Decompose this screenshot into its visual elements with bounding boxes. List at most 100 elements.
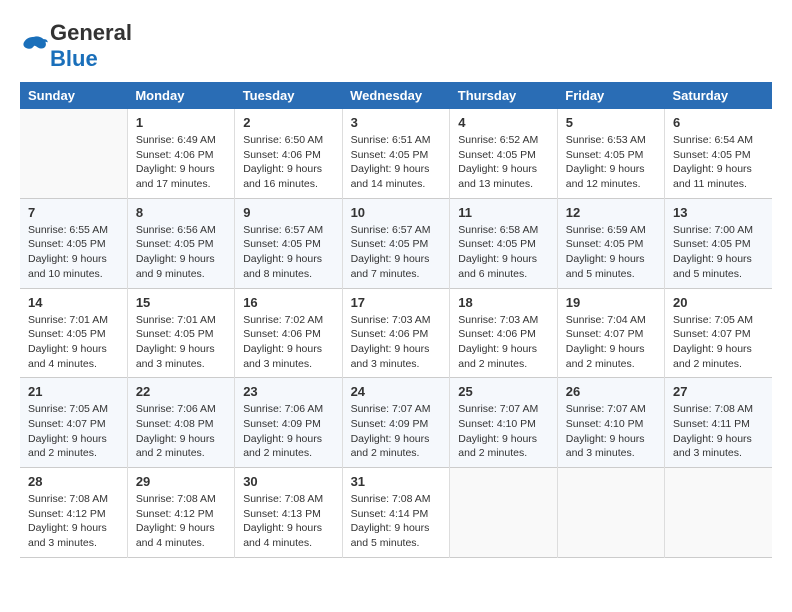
calendar-cell: 17 Sunrise: 7:03 AMSunset: 4:06 PMDayligh… — [342, 288, 450, 378]
calendar-cell: 19 Sunrise: 7:04 AMSunset: 4:07 PMDayligh… — [557, 288, 664, 378]
calendar-week-row: 28 Sunrise: 7:08 AMSunset: 4:12 PMDayligh… — [20, 468, 772, 558]
calendar-week-row: 21Sunrise: 7:05 AMSunset: 4:07 PMDayligh… — [20, 378, 772, 468]
day-info: Sunrise: 7:01 AMSunset: 4:05 PMDaylight:… — [28, 313, 119, 372]
calendar-cell: 13 Sunrise: 7:00 AMSunset: 4:05 PMDayligh… — [665, 198, 772, 288]
col-tuesday: Tuesday — [235, 82, 342, 109]
day-number: 26 — [566, 384, 656, 399]
calendar-table: Sunday Monday Tuesday Wednesday Thursday… — [20, 82, 772, 558]
day-number: 4 — [458, 115, 549, 130]
calendar-cell: 1 Sunrise: 6:49 AMSunset: 4:06 PMDaylight… — [127, 109, 234, 198]
day-info: Sunrise: 6:53 AMSunset: 4:05 PMDaylight:… — [566, 133, 656, 192]
calendar-cell: 10 Sunrise: 6:57 AMSunset: 4:05 PMDayligh… — [342, 198, 450, 288]
day-number: 29 — [136, 474, 226, 489]
day-info: Sunrise: 6:59 AMSunset: 4:05 PMDaylight:… — [566, 223, 656, 282]
day-number: 20 — [673, 295, 764, 310]
calendar-cell: 11Sunrise: 6:58 AMSunset: 4:05 PMDayligh… — [450, 198, 558, 288]
calendar-cell: 18 Sunrise: 7:03 AMSunset: 4:06 PMDayligh… — [450, 288, 558, 378]
logo-general-text: General — [50, 20, 132, 45]
day-info: Sunrise: 7:07 AMSunset: 4:10 PMDaylight:… — [566, 402, 656, 461]
day-info: Sunrise: 7:03 AMSunset: 4:06 PMDaylight:… — [351, 313, 442, 372]
day-number: 28 — [28, 474, 119, 489]
calendar-cell: 26 Sunrise: 7:07 AMSunset: 4:10 PMDayligh… — [557, 378, 664, 468]
calendar-cell: 12 Sunrise: 6:59 AMSunset: 4:05 PMDayligh… — [557, 198, 664, 288]
calendar-cell: 7 Sunrise: 6:55 AMSunset: 4:05 PMDaylight… — [20, 198, 127, 288]
calendar-cell: 2 Sunrise: 6:50 AMSunset: 4:06 PMDaylight… — [235, 109, 342, 198]
logo-blue-text: Blue — [50, 46, 98, 71]
day-number: 1 — [136, 115, 226, 130]
day-info: Sunrise: 7:07 AMSunset: 4:10 PMDaylight:… — [458, 402, 549, 461]
calendar-cell: 16 Sunrise: 7:02 AMSunset: 4:06 PMDayligh… — [235, 288, 342, 378]
calendar-cell: 23Sunrise: 7:06 AMSunset: 4:09 PMDayligh… — [235, 378, 342, 468]
day-info: Sunrise: 7:03 AMSunset: 4:06 PMDaylight:… — [458, 313, 549, 372]
day-number: 24 — [351, 384, 442, 399]
day-number: 9 — [243, 205, 333, 220]
calendar-cell: 6Sunrise: 6:54 AMSunset: 4:05 PMDaylight… — [665, 109, 772, 198]
day-info: Sunrise: 7:08 AMSunset: 4:12 PMDaylight:… — [28, 492, 119, 551]
calendar-cell: 5 Sunrise: 6:53 AMSunset: 4:05 PMDaylight… — [557, 109, 664, 198]
day-number: 15 — [136, 295, 226, 310]
day-number: 10 — [351, 205, 442, 220]
calendar-cell — [20, 109, 127, 198]
day-number: 5 — [566, 115, 656, 130]
col-saturday: Saturday — [665, 82, 772, 109]
col-friday: Friday — [557, 82, 664, 109]
col-thursday: Thursday — [450, 82, 558, 109]
day-number: 31 — [351, 474, 442, 489]
day-info: Sunrise: 6:58 AMSunset: 4:05 PMDaylight:… — [458, 223, 549, 282]
calendar-cell: 8 Sunrise: 6:56 AMSunset: 4:05 PMDaylight… — [127, 198, 234, 288]
day-info: Sunrise: 7:08 AMSunset: 4:11 PMDaylight:… — [673, 402, 764, 461]
day-number: 14 — [28, 295, 119, 310]
calendar-cell: 22 Sunrise: 7:06 AMSunset: 4:08 PMDayligh… — [127, 378, 234, 468]
calendar-cell — [450, 468, 558, 558]
day-number: 17 — [351, 295, 442, 310]
col-wednesday: Wednesday — [342, 82, 450, 109]
calendar-cell: 27 Sunrise: 7:08 AMSunset: 4:11 PMDayligh… — [665, 378, 772, 468]
day-number: 8 — [136, 205, 226, 220]
day-number: 7 — [28, 205, 119, 220]
day-number: 25 — [458, 384, 549, 399]
page-header: General Blue — [20, 20, 772, 72]
calendar-cell: 9 Sunrise: 6:57 AMSunset: 4:05 PMDaylight… — [235, 198, 342, 288]
calendar-cell — [665, 468, 772, 558]
day-info: Sunrise: 7:08 AMSunset: 4:13 PMDaylight:… — [243, 492, 333, 551]
day-number: 21 — [28, 384, 119, 399]
logo: General Blue — [20, 20, 132, 72]
calendar-cell: 3Sunrise: 6:51 AMSunset: 4:05 PMDaylight… — [342, 109, 450, 198]
day-info: Sunrise: 7:08 AMSunset: 4:14 PMDaylight:… — [351, 492, 442, 551]
calendar-cell: 28 Sunrise: 7:08 AMSunset: 4:12 PMDayligh… — [20, 468, 127, 558]
day-info: Sunrise: 7:00 AMSunset: 4:05 PMDaylight:… — [673, 223, 764, 282]
day-number: 3 — [351, 115, 442, 130]
day-number: 27 — [673, 384, 764, 399]
day-info: Sunrise: 6:49 AMSunset: 4:06 PMDaylight:… — [136, 133, 226, 192]
day-info: Sunrise: 7:04 AMSunset: 4:07 PMDaylight:… — [566, 313, 656, 372]
day-number: 18 — [458, 295, 549, 310]
calendar-week-row: 14 Sunrise: 7:01 AMSunset: 4:05 PMDayligh… — [20, 288, 772, 378]
day-number: 19 — [566, 295, 656, 310]
calendar-cell: 29 Sunrise: 7:08 AMSunset: 4:12 PMDayligh… — [127, 468, 234, 558]
day-number: 6 — [673, 115, 764, 130]
day-info: Sunrise: 7:05 AMSunset: 4:07 PMDaylight:… — [673, 313, 764, 372]
calendar-cell: 25 Sunrise: 7:07 AMSunset: 4:10 PMDayligh… — [450, 378, 558, 468]
calendar-week-row: 7 Sunrise: 6:55 AMSunset: 4:05 PMDaylight… — [20, 198, 772, 288]
day-info: Sunrise: 7:02 AMSunset: 4:06 PMDaylight:… — [243, 313, 333, 372]
day-info: Sunrise: 7:08 AMSunset: 4:12 PMDaylight:… — [136, 492, 226, 551]
day-info: Sunrise: 6:50 AMSunset: 4:06 PMDaylight:… — [243, 133, 333, 192]
day-info: Sunrise: 6:55 AMSunset: 4:05 PMDaylight:… — [28, 223, 119, 282]
col-monday: Monday — [127, 82, 234, 109]
day-number: 22 — [136, 384, 226, 399]
calendar-cell: 4Sunrise: 6:52 AMSunset: 4:05 PMDaylight… — [450, 109, 558, 198]
day-info: Sunrise: 6:57 AMSunset: 4:05 PMDaylight:… — [243, 223, 333, 282]
calendar-cell — [557, 468, 664, 558]
day-number: 16 — [243, 295, 333, 310]
calendar-cell: 30Sunrise: 7:08 AMSunset: 4:13 PMDayligh… — [235, 468, 342, 558]
calendar-header-row: Sunday Monday Tuesday Wednesday Thursday… — [20, 82, 772, 109]
day-info: Sunrise: 6:57 AMSunset: 4:05 PMDaylight:… — [351, 223, 442, 282]
day-info: Sunrise: 7:06 AMSunset: 4:08 PMDaylight:… — [136, 402, 226, 461]
calendar-cell: 20 Sunrise: 7:05 AMSunset: 4:07 PMDayligh… — [665, 288, 772, 378]
day-info: Sunrise: 6:56 AMSunset: 4:05 PMDaylight:… — [136, 223, 226, 282]
day-number: 12 — [566, 205, 656, 220]
day-number: 2 — [243, 115, 333, 130]
day-number: 23 — [243, 384, 333, 399]
day-number: 13 — [673, 205, 764, 220]
calendar-cell: 24Sunrise: 7:07 AMSunset: 4:09 PMDayligh… — [342, 378, 450, 468]
